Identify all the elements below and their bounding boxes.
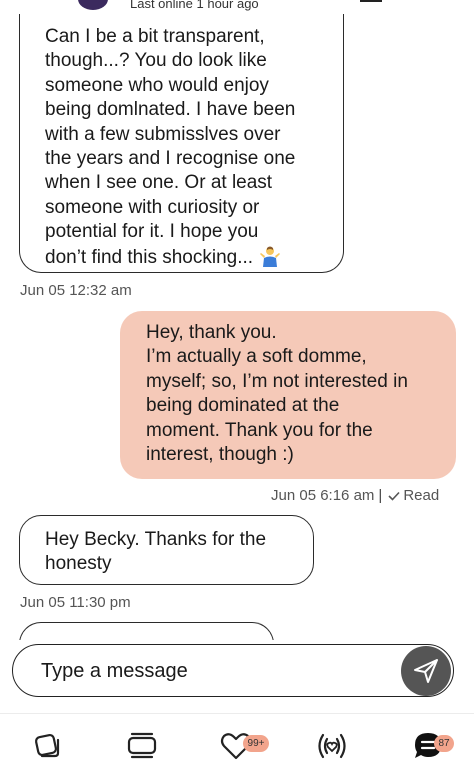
- message-meta: Jun 05 6:16 am | Read: [271, 487, 439, 504]
- read-receipt: Read: [403, 487, 440, 504]
- checkmark-icon: [388, 491, 400, 501]
- incoming-message-bubble-partial: [19, 622, 274, 640]
- message-line: the years and I recognise one: [45, 148, 296, 170]
- message-line: Hey Becky. Thanks for the: [45, 529, 267, 550]
- message-text: don’t find this shocking...: [45, 246, 254, 268]
- message-line: potential for it. I hope you: [45, 221, 259, 243]
- message-line: honesty: [45, 553, 112, 575]
- cards-icon: [34, 733, 60, 758]
- nav-discover[interactable]: [29, 728, 65, 764]
- message-line: moment. Thank you for the: [146, 419, 373, 441]
- send-button[interactable]: [401, 646, 451, 696]
- message-line-last: don’t find this shocking...: [45, 245, 333, 270]
- incoming-message-bubble: Can I be a bit transparent, though...? Y…: [19, 0, 344, 273]
- message-timestamp: Jun 05 12:32 am: [20, 282, 132, 299]
- chat-header: Last online 1 hour ago: [0, 0, 474, 14]
- message-line: myself; so, I’m not interested in: [146, 370, 408, 392]
- send-icon: [414, 659, 438, 683]
- message-line: with a few submisslves over: [45, 123, 281, 145]
- nav-live[interactable]: [314, 728, 350, 764]
- separator: |: [378, 487, 383, 504]
- message-line: someone who would enjoy: [45, 74, 269, 96]
- avatar[interactable]: [78, 0, 108, 10]
- message-line: Hey, thank you.: [146, 322, 277, 343]
- broadcast-heart-icon: [318, 733, 346, 759]
- message-line: when I see one. Or at least: [45, 172, 273, 194]
- message-thread: Can I be a bit transparent, though...? Y…: [0, 0, 474, 640]
- message-line: though...? You do look like: [45, 50, 267, 72]
- message-line: Can I be a bit transparent,: [45, 26, 265, 47]
- message-timestamp: Jun 05 11:30 pm: [20, 594, 131, 611]
- last-online-status: Last online 1 hour ago: [130, 0, 259, 11]
- person-shrugging-emoji: [260, 246, 281, 267]
- outgoing-message-bubble: Hey, thank you. I’m actually a soft domm…: [120, 311, 456, 479]
- menu-icon[interactable]: [360, 0, 382, 2]
- list-icon: [127, 732, 157, 759]
- message-timestamp: Jun 05 6:16 am: [271, 487, 375, 504]
- message-line: being domlnated. I have been: [45, 99, 296, 121]
- likes-count-badge: 99+: [243, 735, 269, 752]
- message-line: interest, though :): [146, 444, 294, 466]
- nav-feed[interactable]: [124, 728, 160, 764]
- message-line: being dominated at the: [146, 395, 340, 417]
- incoming-message-bubble: Hey Becky. Thanks for the honesty: [19, 515, 314, 585]
- message-composer: [12, 644, 454, 697]
- message-line: I’m actually a soft domme,: [146, 346, 367, 368]
- messages-count-badge: 87: [434, 735, 454, 752]
- message-line: someone with curiosity or: [45, 196, 260, 218]
- message-input[interactable]: [39, 657, 383, 685]
- bottom-nav: 99+ 87: [0, 714, 474, 777]
